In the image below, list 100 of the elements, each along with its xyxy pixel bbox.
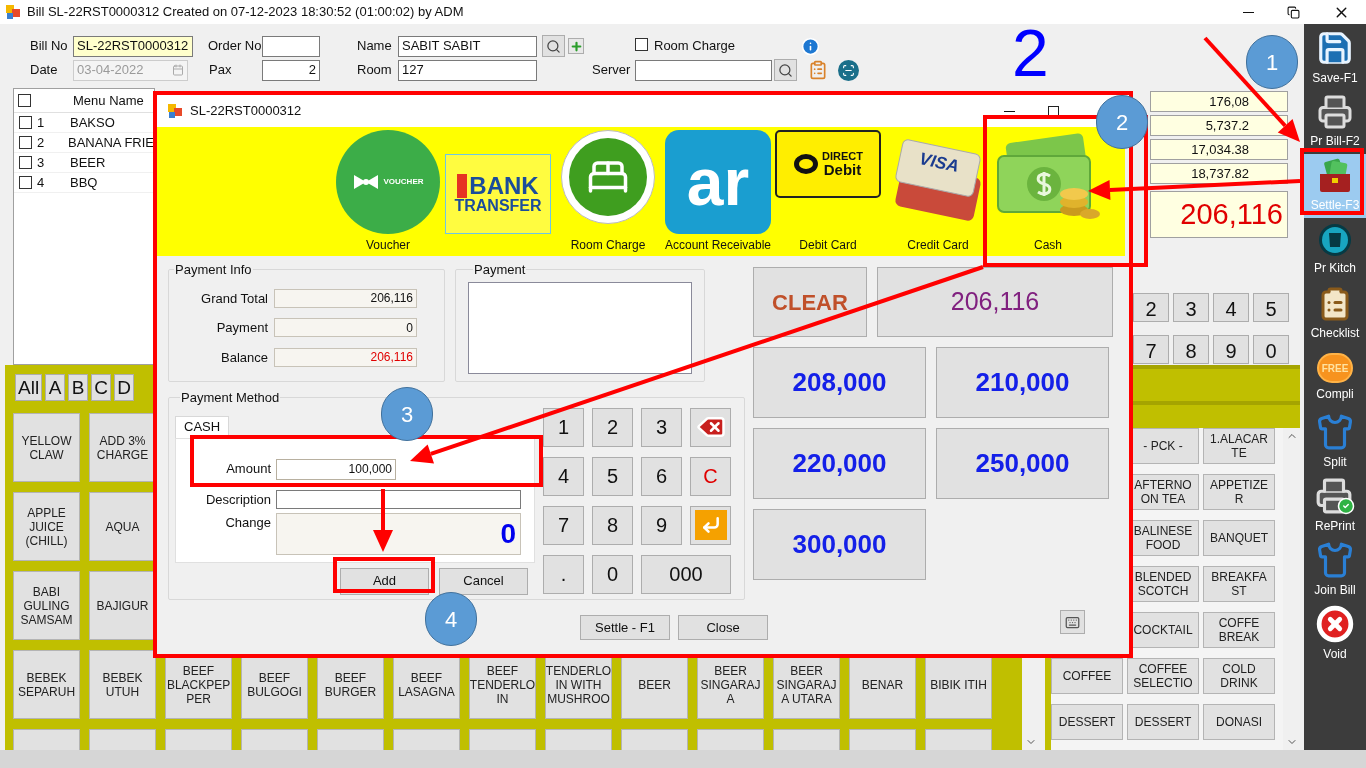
menu-button[interactable]: APPETIZE R <box>1203 474 1275 510</box>
field-label: Date <box>30 61 59 80</box>
keypad-button[interactable]: . <box>543 554 584 594</box>
table-cell-text: BANANA FRIE <box>68 133 154 152</box>
window-title: Bill SL-22RST0000312 Created on 07-12-2023 18:30:52 (01:00:02) by ADM <box>27 3 464 22</box>
keypad-button[interactable]: 000 <box>641 554 731 594</box>
menu-button[interactable]: BANQUET <box>1203 520 1275 556</box>
menu-button[interactable]: COLD DRINK <box>1203 658 1275 694</box>
dialog-button[interactable]: Settle - F1 <box>580 615 670 640</box>
total-amount-button[interactable]: 206,116 <box>877 267 1113 337</box>
menu-button[interactable]: COFFEE SELECTIO <box>1127 658 1199 694</box>
clear-button[interactable]: CLEAR <box>753 267 867 337</box>
group-title: Payment <box>473 261 527 279</box>
menu-button[interactable]: COFFE BREAK <box>1203 612 1275 648</box>
keypad-button[interactable]: 5 <box>1253 293 1289 322</box>
tab[interactable]: CASH <box>175 415 230 438</box>
menu-button[interactable]: DONASI <box>1203 704 1275 740</box>
table-cell-text: BBQ <box>70 173 98 192</box>
keypad-button[interactable]: 7 <box>1133 335 1169 364</box>
keypad-button[interactable]: 7 <box>543 505 584 545</box>
letter-tab[interactable]: A <box>45 374 66 401</box>
menu-button[interactable]: BABI GULING SAMSAM <box>13 571 80 640</box>
keypad-button[interactable]: 3 <box>641 407 682 447</box>
payment-type-button[interactable]: Room Charge <box>553 127 663 256</box>
quick-amount-button[interactable]: 208,000 <box>753 347 926 418</box>
keypad-button[interactable]: 0 <box>592 554 633 594</box>
menu-button[interactable]: BEBEK SEPARUH <box>13 650 80 719</box>
keypad-button[interactable]: 8 <box>1173 335 1209 364</box>
keypad-button[interactable]: 5 <box>592 456 633 496</box>
keypad-button[interactable]: 0 <box>1253 335 1289 364</box>
group-title: Payment Info <box>174 261 253 279</box>
quick-amount-button[interactable]: 300,000 <box>753 509 926 580</box>
payment-type-label: Credit Card <box>907 237 969 254</box>
keypad-button[interactable]: 3 <box>1173 293 1209 322</box>
menu-button[interactable]: BEBEK UTUH <box>89 650 156 719</box>
keypad-button[interactable]: 4 <box>543 456 584 496</box>
field-label: Payment <box>215 319 268 337</box>
payment-type-label: Account Receivable <box>664 237 772 254</box>
field-label: Bill No <box>30 37 69 56</box>
keypad-button[interactable]: 2 <box>1133 293 1169 322</box>
keypad-button[interactable]: 9 <box>1213 335 1249 364</box>
menu-button[interactable]: BREAKFA ST <box>1203 566 1275 602</box>
value-field: 206,116 <box>274 288 417 308</box>
payment-type-label: Debit Card <box>799 237 857 254</box>
dialog-title: SL-22RST0000312 <box>190 102 302 121</box>
letter-tab[interactable]: B <box>68 374 89 401</box>
input-field[interactable]: SL-22RST0000312 <box>73 35 193 57</box>
field-label: Balance <box>220 348 268 367</box>
menu-button[interactable]: DESSERT <box>1051 704 1123 740</box>
payment-type-label: Cash <box>1034 237 1062 254</box>
amount-field[interactable]: 100,000 <box>276 458 396 480</box>
payment-type-button[interactable]: BANK TRANSFER <box>443 127 553 256</box>
field-label: Name <box>357 37 393 56</box>
keypad-button[interactable]: 6 <box>641 456 682 496</box>
value-field: 206,116 <box>274 347 417 367</box>
menu-button[interactable]: AQUA <box>89 492 156 561</box>
dialog-button[interactable]: Cancel <box>439 567 528 595</box>
keypad-button[interactable]: 1 <box>543 407 584 447</box>
direct-debit-logo: DIRECT Debit <box>775 130 881 198</box>
letter-tab[interactable]: C <box>91 374 112 401</box>
keypad-button[interactable]: 9 <box>641 505 682 545</box>
quick-amount-button[interactable]: 220,000 <box>753 428 926 499</box>
payment-type-label: Voucher <box>365 237 410 254</box>
menu-button[interactable]: DESSERT <box>1127 704 1199 740</box>
free-badge: FREE <box>1317 353 1353 383</box>
keypad-button[interactable]: 4 <box>1213 293 1249 322</box>
keypad-button[interactable]: 8 <box>592 505 633 545</box>
row-number: 4 <box>37 173 46 192</box>
payment-type-button[interactable]: ar Account Receivable <box>663 127 773 256</box>
menu-button[interactable]: APPLE JUICE (CHILL) <box>13 492 80 561</box>
row-number: 3 <box>37 153 46 172</box>
quick-amount-button[interactable]: 250,000 <box>936 428 1109 499</box>
keypad-button[interactable]: C <box>690 456 731 496</box>
menu-button[interactable]: COFFEE <box>1051 658 1123 694</box>
row-number: 2 <box>37 133 46 152</box>
menu-button[interactable]: ADD 3% CHARGE <box>89 413 156 482</box>
menu-button[interactable]: 1.ALACAR TE <box>1203 428 1275 464</box>
voucher-logo: VOUCHER <box>336 130 440 234</box>
field-label: Change <box>224 514 271 532</box>
letter-tab[interactable]: D <box>114 374 135 401</box>
letter-tab[interactable]: All <box>15 374 43 401</box>
total-field: 17,034.38 <box>1150 139 1288 160</box>
payment-type-button[interactable]: VISA Credit Card <box>883 127 993 256</box>
input-field[interactable]: 127 <box>398 59 537 81</box>
ar-logo: ar <box>665 130 771 234</box>
field-label: Grand Total <box>200 289 268 308</box>
quick-amount-button[interactable]: 210,000 <box>936 347 1109 418</box>
field-label: Pax <box>209 61 233 80</box>
field-label: Room <box>357 61 393 80</box>
input-field[interactable]: SABIT SABIT <box>398 35 537 57</box>
payment-type-button[interactable]: DIRECT Debit Debit Card <box>773 127 883 256</box>
keypad-button[interactable]: 2 <box>592 407 633 447</box>
dialog-button[interactable]: Close <box>678 615 768 640</box>
menu-button[interactable]: YELLOW CLAW <box>13 413 80 482</box>
total-field: 18,737.82 <box>1150 163 1288 184</box>
input-field[interactable]: 2 <box>262 59 320 81</box>
payment-type-button[interactable]: VOUCHER Voucher <box>333 127 443 256</box>
field-label: Server <box>592 61 632 80</box>
menu-button[interactable]: BAJIGUR <box>89 571 156 640</box>
bank-transfer-logo: BANK TRANSFER <box>445 154 551 234</box>
